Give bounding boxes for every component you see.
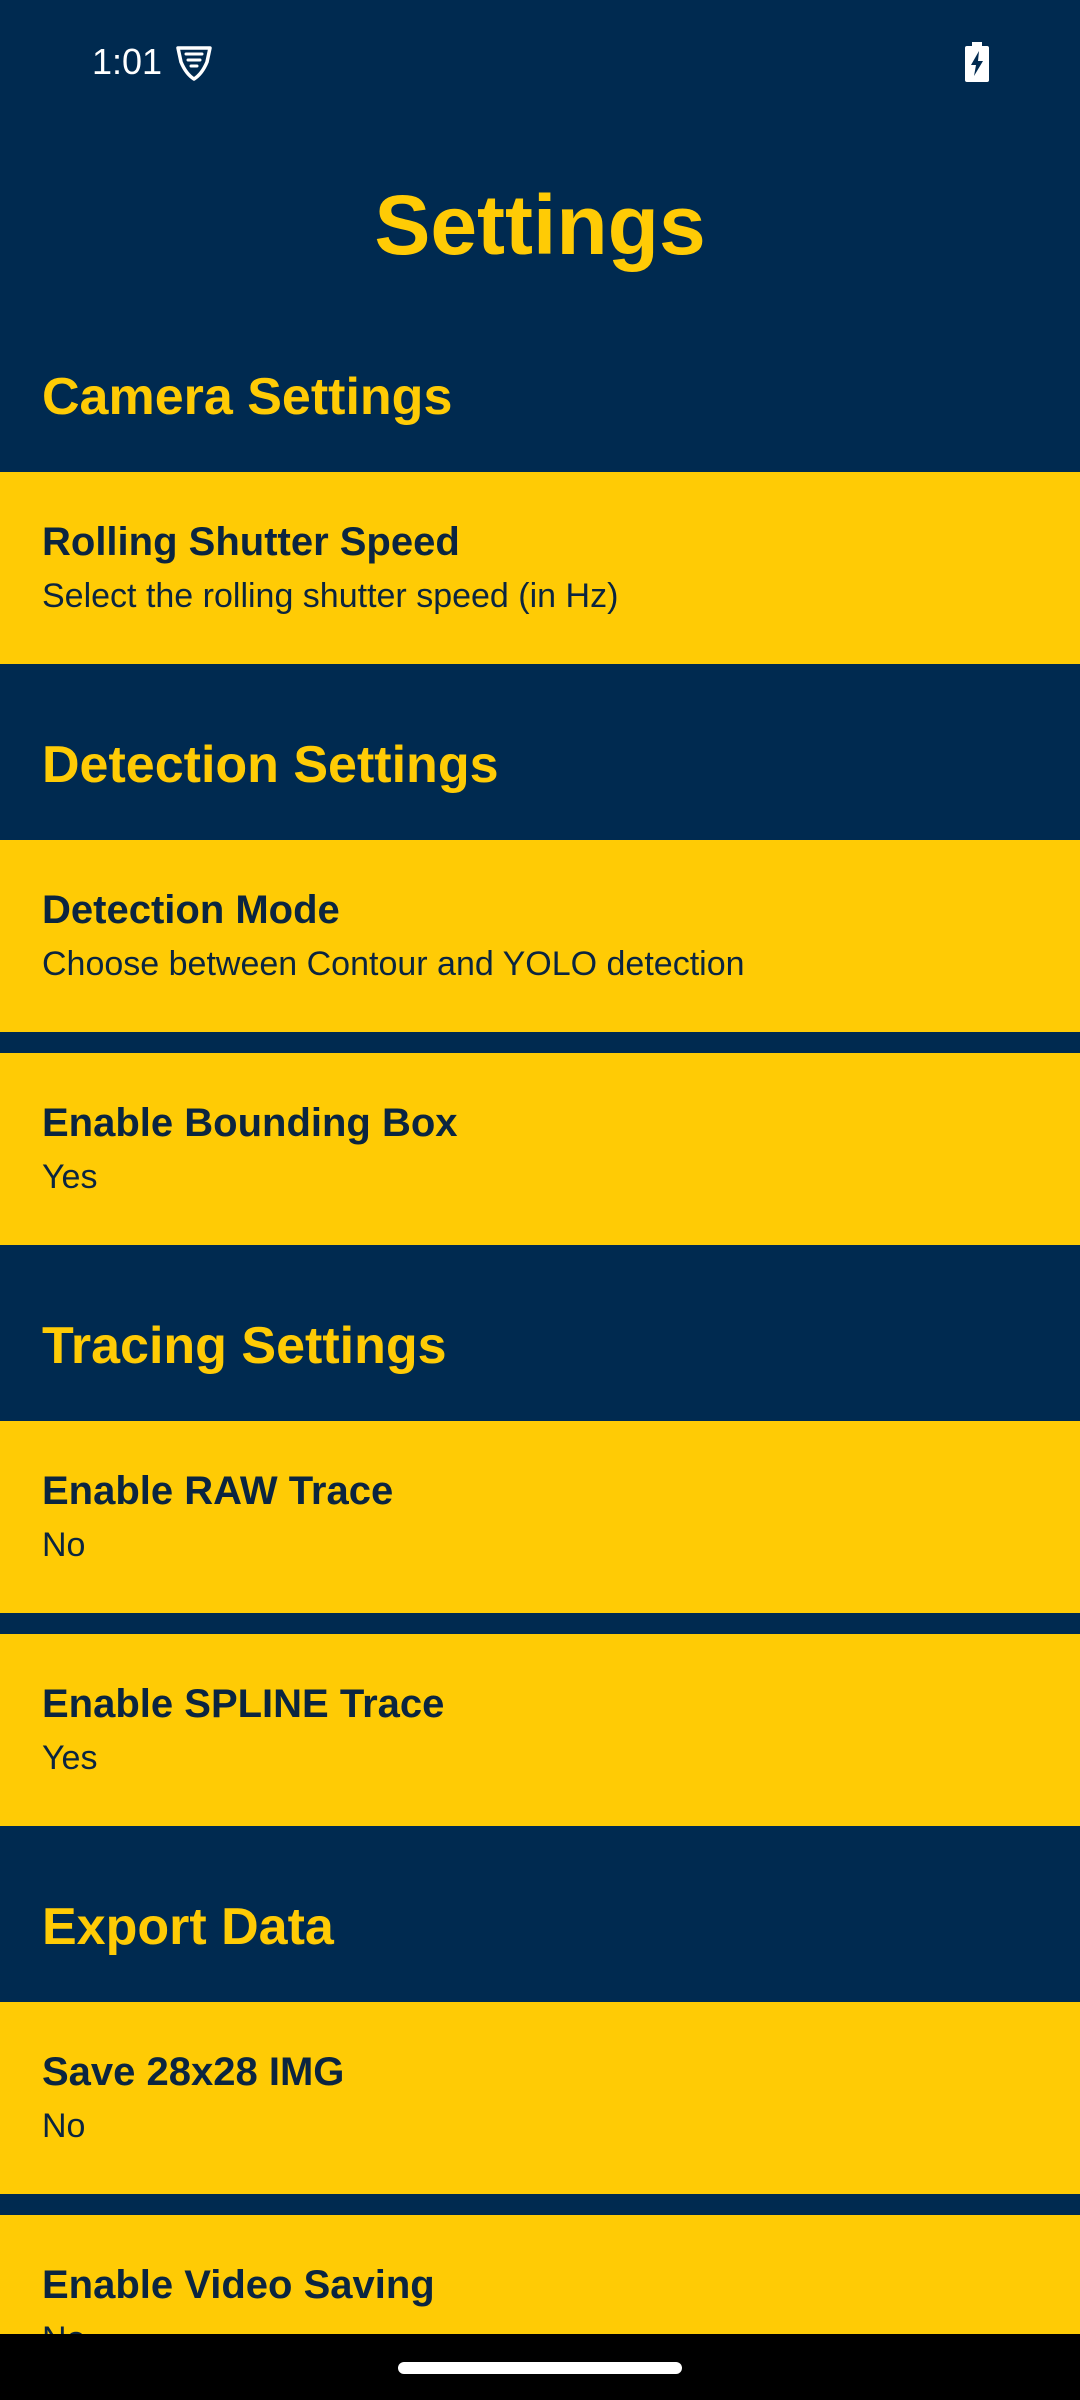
pref-title: Save 28x28 IMG — [42, 2050, 345, 2094]
pref-summary: Yes — [42, 1158, 98, 1196]
pref-summary: No — [42, 1526, 86, 1564]
pref-enable-bounding-box[interactable]: Enable Bounding Box Yes — [0, 1053, 1080, 1245]
pref-summary: No — [42, 2315, 85, 2334]
status-time: 1:01 — [92, 41, 163, 82]
settings-list[interactable]: Camera Settings Rolling Shutter Speed Se… — [0, 0, 1080, 2334]
home-gesture-handle[interactable] — [398, 2362, 682, 2374]
pref-enable-spline-trace[interactable]: Enable SPLINE Trace Yes — [0, 1634, 1080, 1826]
pref-summary: Yes — [42, 1739, 98, 1777]
pref-title: Enable Video Saving — [42, 2263, 435, 2307]
pref-enable-video-saving[interactable]: Enable Video Saving No — [0, 2215, 1080, 2334]
settings-screen: Camera Settings Rolling Shutter Speed Se… — [0, 0, 1080, 2400]
pref-summary: Choose between Contour and YOLO detectio… — [42, 945, 745, 983]
section-header-camera: Camera Settings — [42, 368, 453, 426]
pref-title: Rolling Shutter Speed — [42, 520, 460, 564]
pref-detection-mode[interactable]: Detection Mode Choose between Contour an… — [0, 840, 1080, 1032]
pref-title: Enable Bounding Box — [42, 1101, 458, 1145]
pref-enable-raw-trace[interactable]: Enable RAW Trace No — [0, 1421, 1080, 1613]
pref-save-28x28-img[interactable]: Save 28x28 IMG No — [0, 2002, 1080, 2194]
pref-title: Enable RAW Trace — [42, 1469, 394, 1513]
pref-title: Enable SPLINE Trace — [42, 1682, 445, 1726]
page-title: Settings — [374, 178, 706, 272]
section-header-tracing: Tracing Settings — [42, 1317, 447, 1375]
battery-charging-icon — [965, 42, 989, 82]
section-header-detection: Detection Settings — [42, 736, 499, 794]
pref-title: Detection Mode — [42, 888, 340, 932]
vpn-key-icon — [176, 46, 212, 81]
pref-summary: No — [42, 2107, 86, 2145]
status-bar: 1:01 — [0, 0, 1080, 120]
pref-summary: Select the rolling shutter speed (in Hz) — [42, 577, 619, 615]
section-header-export: Export Data — [42, 1898, 334, 1956]
pref-rolling-shutter-speed[interactable]: Rolling Shutter Speed Select the rolling… — [0, 472, 1080, 664]
